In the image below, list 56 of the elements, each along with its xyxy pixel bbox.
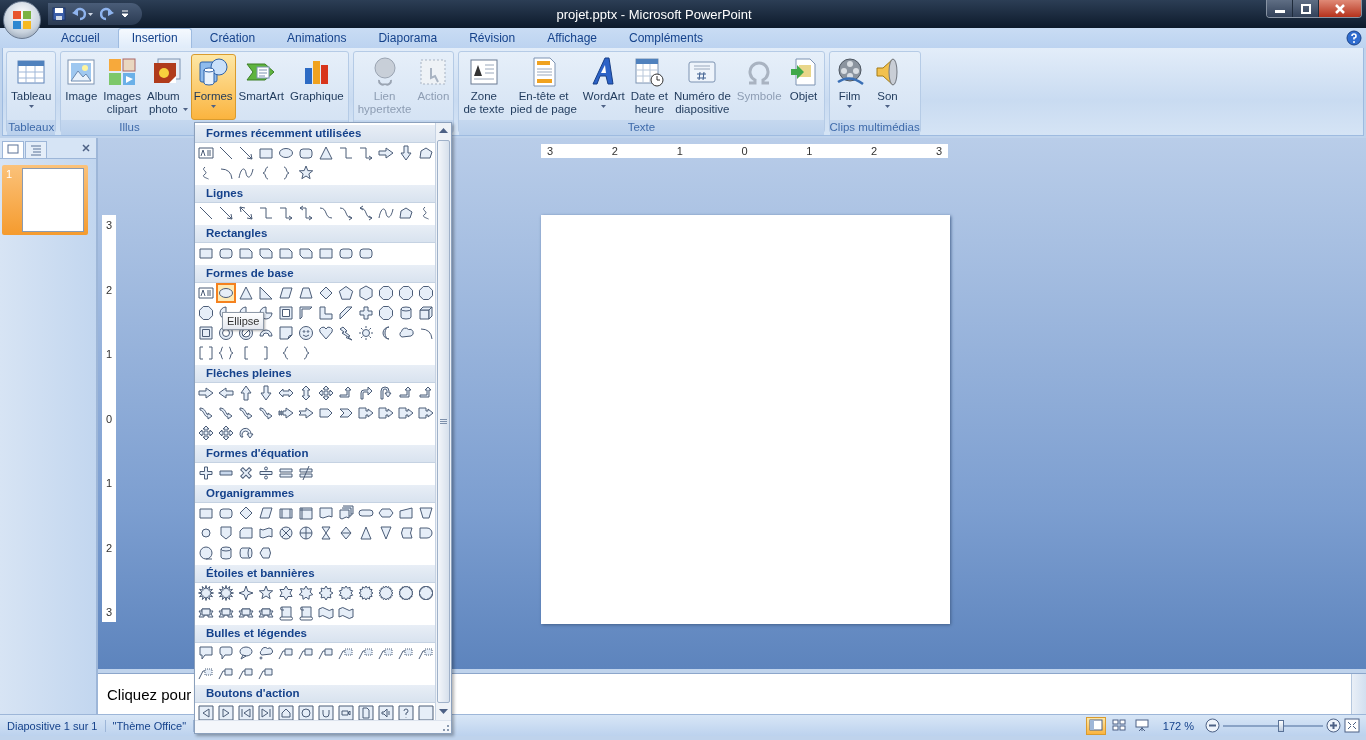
ribbon-tab[interactable]: Révision	[455, 28, 530, 48]
ruler-number: 3	[105, 219, 113, 231]
ribbon-tab[interactable]: Création	[195, 28, 270, 48]
section-header: Étoiles et bannières	[195, 565, 435, 583]
ruler-number: 0	[741, 144, 748, 158]
ribbon-button[interactable]: Film	[830, 54, 869, 120]
section-header: Organigrammes	[195, 485, 435, 503]
ruler-number: 2	[871, 144, 878, 158]
ruler-number: 1	[806, 144, 813, 158]
ribbon-button[interactable]: Graphique	[287, 54, 347, 120]
ribbon-button[interactable]: WordArt	[579, 54, 628, 120]
ribbon-button[interactable]: Images clipart	[100, 54, 144, 120]
ribbon-tab[interactable]: Diaporama	[364, 28, 452, 48]
window-title: projet.pptx - Microsoft PowerPoint	[555, 6, 753, 22]
group-label: Tableaux	[7, 120, 56, 135]
ribbon-tab[interactable]: Animations	[273, 28, 361, 48]
ribbon-tab[interactable]: Affichage	[533, 28, 611, 48]
section-header: Boutons d'action	[195, 685, 435, 703]
ruler-number: 3	[547, 144, 554, 158]
ribbon-button[interactable]: En-tête et pied de page	[507, 54, 580, 120]
ruler-number: 2	[611, 144, 618, 158]
tooltip: Ellipse	[222, 312, 265, 330]
section-header: Bulles et légendes	[195, 625, 435, 643]
group-label: Clips multimédias	[829, 120, 920, 135]
ribbon-tab[interactable]: Compléments	[615, 28, 718, 48]
ruler-number: 1	[676, 144, 683, 158]
ribbon-button[interactable]: Numéro de diapositive	[670, 54, 734, 120]
section-header: Rectangles	[195, 225, 435, 243]
ruler-number: 2	[105, 541, 113, 554]
ribbon-button[interactable]: Son	[868, 54, 907, 120]
notes-prompt: Cliquez pour	[107, 685, 192, 703]
ruler-number: 2	[105, 283, 113, 296]
ribbon-button[interactable]: Image	[62, 54, 101, 120]
ribbon-button[interactable]: SmartArt	[235, 54, 287, 120]
section-header: Flèches pleines	[195, 365, 435, 383]
group-label: Texte	[459, 120, 824, 135]
ribbon-button[interactable]: Formes	[190, 54, 236, 120]
ruler-number: 3	[935, 144, 942, 158]
section-header: Formes de base	[195, 265, 435, 283]
ribbon-tab[interactable]: Insertion	[117, 28, 192, 48]
ruler-number: 3	[105, 606, 113, 618]
ruler-number: 0	[105, 412, 113, 425]
status-text: Diapositive 1 sur 1	[0, 719, 106, 732]
ribbon-button[interactable]: Date et heure	[627, 54, 671, 120]
section-header: Formes d'équation	[195, 445, 435, 463]
ribbon-button[interactable]: Zone de texte	[460, 54, 508, 120]
section-header: Lignes	[195, 185, 435, 203]
ruler-number: 1	[105, 477, 113, 489]
ribbon-button[interactable]: Album photo	[144, 54, 191, 120]
ribbon-button[interactable]: Tableau	[8, 54, 55, 120]
slide-number: 1	[6, 168, 14, 180]
ribbon-button[interactable]: Objet	[784, 54, 823, 120]
zoom-level[interactable]: 172 %	[1154, 719, 1202, 732]
ruler-number: 1	[105, 348, 113, 360]
section-header: Formes récemment utilisées	[195, 125, 435, 143]
ribbon-tab[interactable]: Accueil	[47, 28, 114, 48]
